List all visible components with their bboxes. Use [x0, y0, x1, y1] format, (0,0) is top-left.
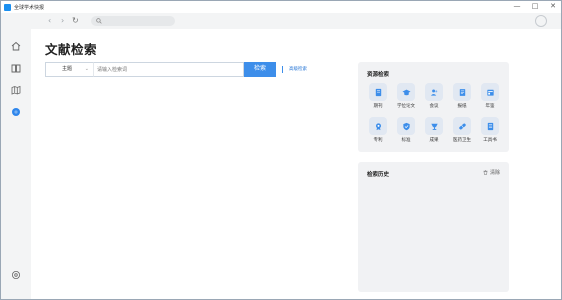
- home-icon[interactable]: [11, 41, 21, 51]
- trophy-icon: [425, 117, 443, 135]
- page-title: 文献检索: [45, 42, 98, 57]
- graduation-cap-icon: [397, 83, 415, 101]
- forward-button[interactable]: ›: [61, 16, 64, 26]
- search-button[interactable]: 检索: [244, 62, 276, 77]
- people-icon: [425, 83, 443, 101]
- resource-item-conference[interactable]: 会议: [421, 83, 447, 113]
- window-title: 全球学术快报: [14, 4, 45, 11]
- resource-item-journal[interactable]: 期刊: [365, 83, 391, 113]
- resource-label: 工具书: [483, 138, 497, 143]
- search-history-panel: 检索历史 清除: [358, 162, 509, 292]
- chevron-down-icon: ⌄: [84, 66, 89, 72]
- search-icon: [96, 18, 102, 24]
- resource-search-panel: 资源检索 期刊 学位论文 会议 报纸 年鉴 专利 标准 成果 医药卫生 工具书: [358, 62, 509, 152]
- resource-item-newspaper[interactable]: 报纸: [449, 83, 475, 113]
- divider: [282, 66, 283, 73]
- resource-panel-title: 资源检索: [367, 72, 390, 78]
- trash-icon: [483, 170, 488, 175]
- reference-book-icon: [481, 117, 499, 135]
- address-bar[interactable]: [91, 16, 175, 26]
- search-dot-icon[interactable]: [11, 107, 21, 117]
- search-scope-value: 主题: [62, 66, 73, 72]
- search-input[interactable]: [93, 62, 244, 77]
- resource-item-standard[interactable]: 标准: [393, 117, 419, 147]
- history-panel-title: 检索历史: [367, 172, 390, 178]
- gear-icon[interactable]: [11, 270, 21, 280]
- resource-label: 年鉴: [485, 104, 495, 109]
- resource-item-medicine[interactable]: 医药卫生: [449, 117, 475, 147]
- main-content: 文献检索 主题 ⌄ 检索 高级检索 资源检索 期刊: [31, 29, 561, 299]
- app-logo-icon: [4, 3, 11, 11]
- newspaper-icon: [453, 83, 471, 101]
- minimize-button[interactable]: —: [513, 2, 521, 11]
- resource-item-achievement[interactable]: 成果: [421, 117, 447, 147]
- title-bar: 全球学术快报 — □ ✕: [1, 1, 561, 13]
- resource-item-thesis[interactable]: 学位论文: [393, 83, 419, 113]
- yearbook-icon: [481, 83, 499, 101]
- window-controls: — □ ✕: [513, 2, 557, 11]
- clear-history-label: 清除: [489, 170, 500, 176]
- resource-item-yearbook[interactable]: 年鉴: [477, 83, 503, 113]
- search-scope-select[interactable]: 主题 ⌄: [45, 62, 93, 77]
- pill-icon: [453, 117, 471, 135]
- reload-button[interactable]: ↻: [72, 16, 79, 26]
- resource-item-patent[interactable]: 专利: [365, 117, 391, 147]
- advanced-search-link[interactable]: 高级检索: [289, 62, 307, 77]
- sidebar: [1, 29, 31, 299]
- book-icon[interactable]: [11, 63, 21, 73]
- clear-history-button[interactable]: 清除: [483, 169, 500, 176]
- loading-spinner-icon: [535, 15, 547, 27]
- journal-icon: [369, 83, 387, 101]
- patent-icon: [369, 117, 387, 135]
- resource-item-reference-book[interactable]: 工具书: [477, 117, 503, 147]
- maximize-button[interactable]: □: [531, 2, 539, 11]
- app-window: 全球学术快报 — □ ✕ ‹ › ↻ 文献检索 主题 ⌄ 请输入检索词 检索 高…: [0, 0, 562, 300]
- close-button[interactable]: ✕: [549, 2, 557, 11]
- shield-check-icon: [397, 117, 415, 135]
- map-icon[interactable]: [11, 85, 21, 95]
- search-bar: 主题 ⌄ 检索 高级检索: [45, 62, 310, 77]
- nav-bar: ‹ › ↻: [1, 13, 561, 29]
- back-button[interactable]: ‹: [48, 16, 51, 26]
